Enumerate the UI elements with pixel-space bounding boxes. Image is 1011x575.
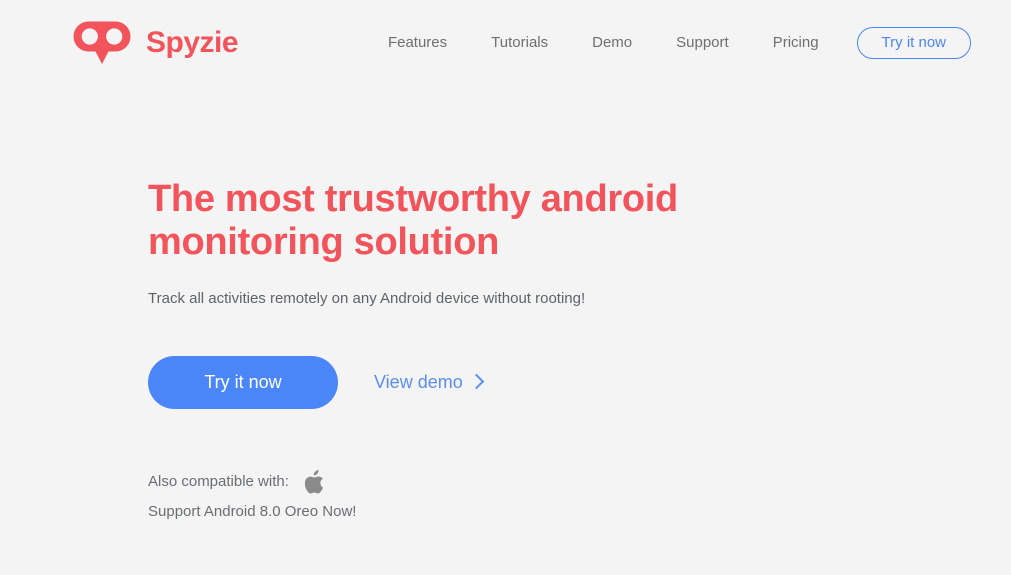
hero-title-line-1: The most trustworthy android [148, 178, 678, 220]
hero-section: The most trustworthy android monitoring … [148, 178, 768, 523]
main-nav: Features Tutorials Demo Support Pricing … [366, 27, 971, 59]
hero-title: The most trustworthy android monitoring … [148, 178, 768, 264]
site-header: Spyzie Features Tutorials Demo Support P… [0, 0, 1011, 88]
chevron-right-icon [468, 374, 484, 390]
nav-item-tutorials[interactable]: Tutorials [469, 28, 570, 58]
brand-logo-link[interactable]: Spyzie [72, 20, 239, 66]
compatibility-block: Also compatible with: Support Android 8.… [148, 469, 768, 523]
hero-try-it-now-button[interactable]: Try it now [148, 355, 338, 409]
hero-title-line-2: monitoring solution [148, 220, 500, 263]
brand-name: Spyzie [146, 26, 239, 59]
nav-item-features[interactable]: Features [366, 28, 469, 58]
apple-logo-icon [304, 469, 324, 494]
compatibility-note: Support Android 8.0 Oreo Now! [148, 502, 357, 520]
spyzie-owl-logo-icon [73, 21, 131, 64]
header-try-it-now-button[interactable]: Try it now [856, 27, 971, 59]
compatibility-label: Also compatible with: [148, 472, 289, 490]
page-root: Spyzie Features Tutorials Demo Support P… [0, 0, 1011, 575]
view-demo-label: View demo [374, 371, 463, 392]
hero-actions: Try it now View demo [148, 355, 768, 409]
hero-subtitle: Track all activities remotely on any And… [148, 289, 586, 307]
view-demo-link[interactable]: View demo [374, 371, 484, 393]
compatibility-row: Also compatible with: [148, 469, 768, 494]
nav-item-demo[interactable]: Demo [570, 28, 654, 58]
nav-item-pricing[interactable]: Pricing [751, 28, 841, 58]
nav-item-support[interactable]: Support [654, 28, 751, 58]
